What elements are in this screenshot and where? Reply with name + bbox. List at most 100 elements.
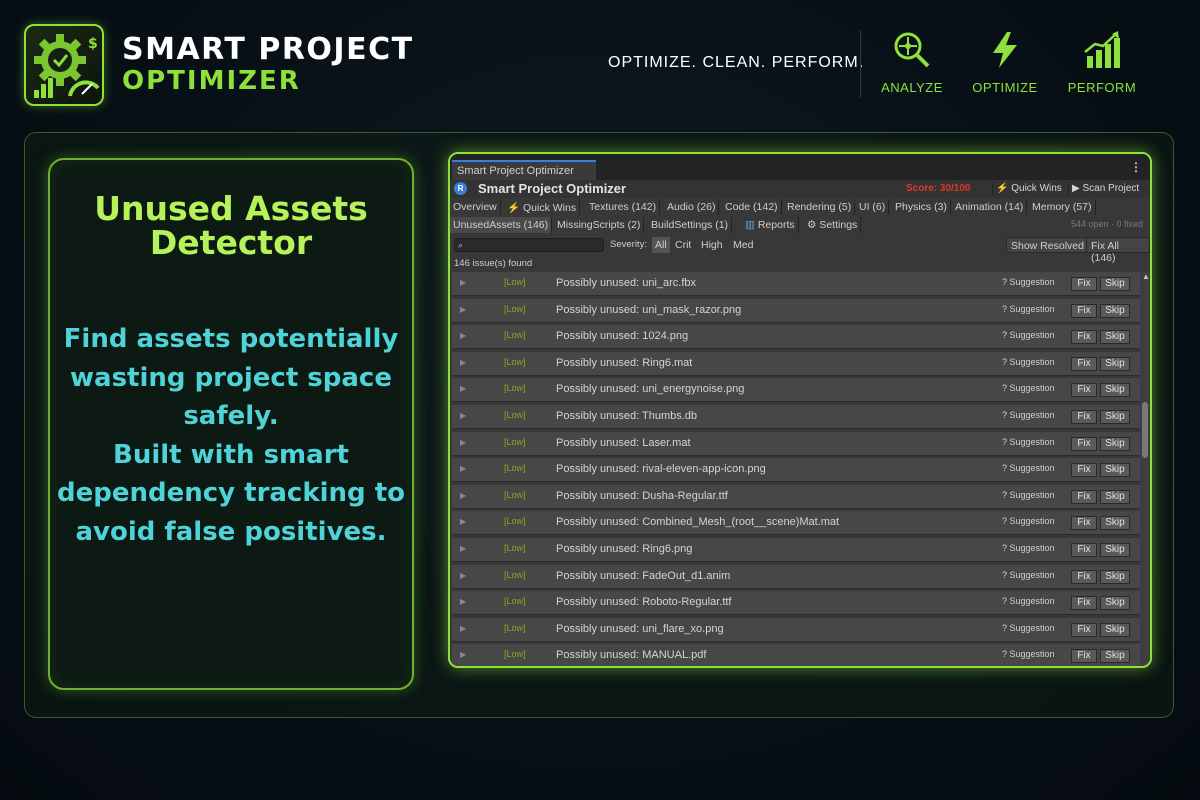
fix-button[interactable]: Fix [1071,383,1097,398]
expand-arrow-icon[interactable]: ▶ [460,650,466,659]
skip-button[interactable]: Skip [1100,356,1130,371]
tab-build-settings[interactable]: BuildSettings (1) [648,217,733,233]
fix-button[interactable]: Fix [1071,463,1097,478]
issue-row[interactable]: ▶ [Low] Possibly unused: uni_mask_razor.pn… [452,298,1140,323]
expand-arrow-icon[interactable]: ▶ [460,358,466,367]
suggestion-button[interactable]: ? Suggestion [1002,410,1055,420]
suggestion-button[interactable]: ? Suggestion [1002,383,1055,393]
skip-button[interactable]: Skip [1100,410,1130,424]
issue-row[interactable]: ▶ [Low] Possibly unused: Thumbs.db ? Sugges… [452,405,1140,429]
expand-arrow-icon[interactable]: ▶ [460,331,466,340]
suggestion-button[interactable]: ? Suggestion [1002,649,1055,659]
fix-button[interactable]: Fix [1071,277,1097,291]
severity-high[interactable]: High [698,237,726,253]
fix-all-button[interactable]: Fix All (146) [1086,237,1150,264]
issue-row[interactable]: ▶ [Low] Possibly unused: Combined_Mesh_(ro… [452,511,1140,536]
skip-button[interactable]: Skip [1100,516,1130,531]
tab-physics[interactable]: Physics (3) [892,199,951,215]
fix-button[interactable]: Fix [1071,569,1097,584]
severity-all[interactable]: All [652,237,670,253]
tab-unused-assets[interactable]: UnusedAssets (146) [450,217,553,233]
issue-row[interactable]: ▶ [Low] Possibly unused: rival-eleven-app-… [452,458,1140,483]
skip-button[interactable]: Skip [1100,543,1130,557]
skip-button[interactable]: Skip [1100,436,1130,451]
suggestion-button[interactable]: ? Suggestion [1002,596,1055,606]
suggestion-button[interactable]: ? Suggestion [1002,543,1055,553]
expand-arrow-icon[interactable]: ▶ [460,278,466,287]
fix-button[interactable]: Fix [1071,436,1097,451]
suggestion-button[interactable]: ? Suggestion [1002,304,1055,314]
expand-arrow-icon[interactable]: ▶ [460,544,466,553]
expand-arrow-icon[interactable]: ▶ [460,305,466,314]
issue-row[interactable]: ▶ [Low] Possibly unused: uni_energynoise.p… [452,378,1140,403]
severity-med[interactable]: Med [730,237,756,253]
skip-button[interactable]: Skip [1100,277,1130,291]
scroll-up-icon[interactable]: ▲ [1142,272,1150,281]
skip-button[interactable]: Skip [1100,569,1130,584]
skip-button[interactable]: Skip [1100,330,1130,345]
suggestion-button[interactable]: ? Suggestion [1002,463,1055,473]
tab-memory[interactable]: Memory (57) [1029,199,1096,215]
suggestion-button[interactable]: ? Suggestion [1002,277,1055,287]
fix-button[interactable]: Fix [1071,303,1097,318]
suggestion-button[interactable]: ? Suggestion [1002,330,1055,340]
tab-code[interactable]: Code (142) [722,199,782,215]
suggestion-button[interactable]: ? Suggestion [1002,490,1055,500]
suggestion-button[interactable]: ? Suggestion [1002,623,1055,633]
suggestion-button[interactable]: ? Suggestion [1002,357,1055,367]
fix-button[interactable]: Fix [1071,622,1097,637]
tab-audio[interactable]: Audio (26) [664,199,720,215]
expand-arrow-icon[interactable]: ▶ [460,571,466,580]
fix-button[interactable]: Fix [1071,543,1097,557]
tab-textures[interactable]: Textures (142) [586,199,661,215]
suggestion-button[interactable]: ? Suggestion [1002,437,1055,447]
skip-button[interactable]: Skip [1100,303,1130,318]
expand-arrow-icon[interactable]: ▶ [460,491,466,500]
fix-button[interactable]: Fix [1071,356,1097,371]
expand-arrow-icon[interactable]: ▶ [460,384,466,393]
issue-row[interactable]: ▶ [Low] Possibly unused: Laser.mat ? Sugges… [452,431,1140,456]
show-resolved-button[interactable]: Show Resolved [1006,237,1089,253]
skip-button[interactable]: Skip [1100,596,1130,611]
issue-row[interactable]: ▶ [Low] Possibly unused: FadeOut_d1.anim ? … [452,564,1140,589]
fix-button[interactable]: Fix [1071,489,1097,504]
quick-wins-button[interactable]: ⚡ Quick Wins [992,182,1065,196]
issue-row[interactable]: ▶ [Low] Possibly unused: Roboto-Regular.tt… [452,591,1140,616]
skip-button[interactable]: Skip [1100,463,1130,478]
issue-row[interactable]: ▶ [Low] Possibly unused: 1024.png ? Suggest… [452,325,1140,350]
scan-project-button[interactable]: ▶ Scan Project [1068,182,1142,196]
expand-arrow-icon[interactable]: ▶ [460,464,466,473]
issue-row[interactable]: ▶ [Low] Possibly unused: Dusha-Regular.ttf… [452,484,1140,509]
skip-button[interactable]: Skip [1100,383,1130,398]
issue-row[interactable]: ▶ [Low] Possibly unused: Ring6.mat ? Sugges… [452,351,1140,376]
skip-button[interactable]: Skip [1100,649,1130,664]
tab-overview[interactable]: Overview [450,199,501,215]
tab-ui[interactable]: UI (6) [856,199,890,215]
scrollbar[interactable]: ▲ [1140,272,1150,666]
fix-button[interactable]: Fix [1071,596,1097,611]
suggestion-button[interactable]: ? Suggestion [1002,570,1055,580]
issue-row[interactable]: ▶ [Low] Possibly unused: uni_arc.fbx ? Sugg… [452,272,1140,296]
expand-arrow-icon[interactable]: ▶ [460,411,466,420]
tab-rendering[interactable]: Rendering (5) [784,199,856,215]
tab-settings[interactable]: ⚙ Settings [804,217,862,233]
tab-quick-wins[interactable]: ⚡ Quick Wins [504,199,581,215]
issue-row[interactable]: ▶ [Low] Possibly unused: uni_flare_xo.png?… [452,617,1140,642]
fix-button[interactable]: Fix [1071,410,1097,424]
expand-arrow-icon[interactable]: ▶ [460,624,466,633]
suggestion-button[interactable]: ? Suggestion [1002,516,1055,526]
scroll-thumb[interactable] [1142,402,1148,458]
window-tab[interactable]: Smart Project Optimizer [452,160,596,180]
fix-button[interactable]: Fix [1071,330,1097,345]
fix-button[interactable]: Fix [1071,649,1097,664]
more-options-icon[interactable]: ⋮ [1130,160,1142,174]
expand-arrow-icon[interactable]: ▶ [460,597,466,606]
issue-row[interactable]: ▶ [Low] Possibly unused: Ring6.png ? Sugges… [452,538,1140,562]
tab-missing-scripts[interactable]: MissingScripts (2) [554,217,645,233]
skip-button[interactable]: Skip [1100,489,1130,504]
search-input[interactable]: ⌕ [454,238,604,252]
severity-crit[interactable]: Crit [672,237,694,253]
issue-row[interactable]: ▶ [Low] Possibly unused: MANUAL.pdf ? Sugge… [452,644,1140,666]
skip-button[interactable]: Skip [1100,622,1130,637]
expand-arrow-icon[interactable]: ▶ [460,517,466,526]
